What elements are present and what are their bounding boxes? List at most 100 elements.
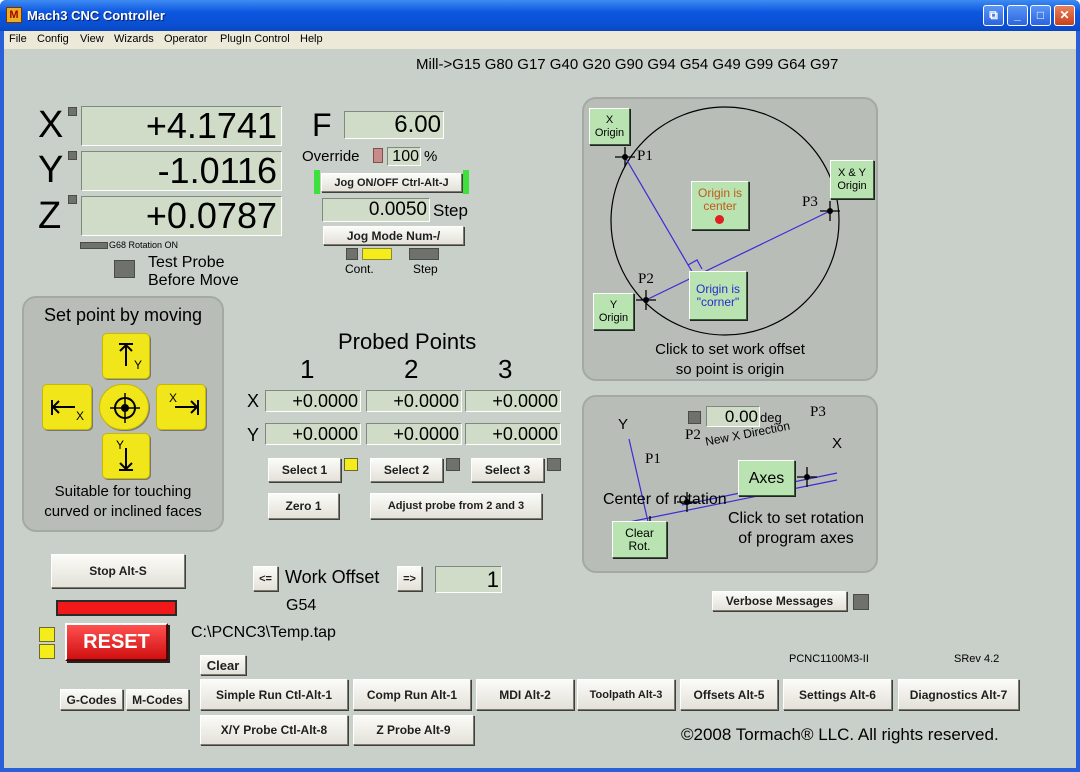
verbose-messages-button[interactable]: Verbose Messages — [712, 591, 847, 611]
select-2-button[interactable]: Select 2 — [370, 458, 443, 482]
test-probe-label: Test Probe Before Move — [148, 254, 239, 289]
origin-caption: Click to set work offset so point is ori… — [655, 341, 805, 378]
copyright: ©2008 Tormach® LLC. All rights reserved. — [681, 725, 999, 744]
jog-x-minus-button[interactable]: X — [42, 384, 92, 430]
app-icon: M — [6, 7, 22, 23]
jog-y-plus-button[interactable]: Y — [102, 333, 150, 379]
minimize-button[interactable]: _ — [1007, 5, 1028, 26]
feed-dro[interactable]: 6.00 — [344, 111, 444, 139]
screen-comp-run-button[interactable]: Comp Run Alt-1 — [353, 679, 471, 710]
work-offset-prev-button[interactable]: <= — [253, 566, 278, 591]
clear-rotation-button[interactable]: Clear Rot. — [612, 521, 667, 558]
y-origin-button[interactable]: Y Origin — [593, 293, 634, 330]
probed-col-2: 2 — [404, 354, 419, 384]
zero-1-button[interactable]: Zero 1 — [268, 493, 339, 519]
screen-offsets-button[interactable]: Offsets Alt-5 — [680, 679, 778, 710]
step-dro[interactable]: 0.0050 — [322, 198, 430, 222]
x-axis-label: X — [38, 104, 64, 146]
jog-on-led-right — [463, 170, 469, 194]
probed-y-1[interactable]: +0.0000 — [265, 423, 361, 445]
probed-y-3[interactable]: +0.0000 — [465, 423, 561, 445]
z-axis-label: Z — [38, 195, 62, 237]
probed-y-2[interactable]: +0.0000 — [366, 423, 462, 445]
close-button[interactable]: ✕ — [1054, 5, 1075, 26]
arrow-left-icon — [51, 400, 75, 415]
screen-xy-probe-button[interactable]: X/Y Probe Ctl-Alt-8 — [200, 715, 348, 745]
adjust-probe-button[interactable]: Adjust probe from 2 and 3 — [370, 493, 542, 519]
z-dro[interactable]: +0.0787 — [81, 196, 282, 236]
probed-x-1[interactable]: +0.0000 — [265, 390, 361, 412]
set-point-center-button[interactable] — [99, 384, 149, 430]
circle-p2-label: P2 — [638, 271, 654, 287]
override-label: Override — [302, 148, 360, 165]
rotation-p1-label: P1 — [645, 451, 661, 467]
x-dro[interactable]: +4.1741 — [81, 106, 282, 146]
screen-toolpath-button[interactable]: Toolpath Alt-3 — [577, 679, 675, 710]
screen-settings-button[interactable]: Settings Alt-6 — [783, 679, 892, 710]
active-gcodes: Mill->G15 G80 G17 G40 G20 G90 G94 G54 G4… — [416, 56, 839, 73]
jog-mode-button[interactable]: Jog Mode Num-/ — [323, 226, 464, 245]
jog-y-minus-button[interactable]: Y — [102, 433, 150, 479]
select-1-led — [344, 458, 358, 471]
screen-mdi-button[interactable]: MDI Alt-2 — [476, 679, 574, 710]
screen-simple-run-button[interactable]: Simple Run Ctl-Alt-1 — [200, 679, 348, 710]
y-minus-label: Y — [116, 438, 125, 452]
jog-x-plus-button[interactable]: X — [156, 384, 206, 430]
circle-p3-label: P3 — [802, 194, 818, 210]
srev-label: SRev 4.2 — [954, 653, 1000, 665]
stop-button[interactable]: Stop Alt-S — [51, 554, 185, 588]
screen-z-probe-button[interactable]: Z Probe Alt-9 — [353, 715, 474, 745]
select-3-button[interactable]: Select 3 — [471, 458, 544, 482]
crosshair-icon — [110, 393, 140, 423]
axes-button[interactable]: Axes — [738, 460, 795, 496]
select-3-led — [547, 458, 561, 471]
work-offset-dro[interactable]: 1 — [435, 566, 502, 593]
menu-view[interactable]: View — [80, 33, 104, 45]
origin-center-label: Origin is center — [697, 186, 742, 213]
cont-mode-indicator — [362, 248, 392, 260]
origin-center-button[interactable]: Origin is center — [691, 181, 749, 230]
work-offset-next-button[interactable]: => — [397, 566, 422, 591]
menu-plugin-control[interactable]: PlugIn Control — [220, 33, 290, 45]
menu-file[interactable]: File — [9, 33, 27, 45]
maximize-button[interactable]: □ — [1030, 5, 1051, 26]
percent-label: % — [424, 148, 438, 165]
reset-indicator-led — [56, 600, 177, 616]
reset-led-1 — [39, 627, 55, 642]
arrow-right-icon — [175, 400, 199, 415]
restore-tray-icon[interactable]: ⧉ — [983, 5, 1004, 26]
arrow-down-icon — [119, 448, 133, 471]
step-label: Step — [433, 201, 468, 220]
reset-led-2 — [39, 644, 55, 659]
probed-y-label: Y — [247, 425, 260, 445]
reset-button[interactable]: RESET — [65, 623, 168, 661]
menu-operator[interactable]: Operator — [164, 33, 207, 45]
test-probe-toggle[interactable] — [114, 260, 135, 278]
screen-diagnostics-button[interactable]: Diagnostics Alt-7 — [898, 679, 1019, 710]
origin-corner-button[interactable]: Origin is "corner" — [689, 271, 747, 320]
select-2-led — [446, 458, 460, 471]
main-screen: Mill->G15 G80 G17 G40 G20 G90 G94 G54 G4… — [4, 49, 1076, 768]
x-origin-button[interactable]: X Origin — [589, 108, 630, 145]
probed-x-3[interactable]: +0.0000 — [465, 390, 561, 412]
y-dro[interactable]: -1.0116 — [81, 151, 282, 191]
step-mode-indicator — [409, 248, 439, 260]
mcodes-button[interactable]: M-Codes — [126, 689, 189, 710]
cont-led — [346, 248, 358, 260]
jog-onoff-button[interactable]: Jog ON/OFF Ctrl-Alt-J — [321, 173, 462, 192]
xy-origin-button[interactable]: X & Y Origin — [830, 160, 874, 199]
rotation-x-axis-label: X — [832, 435, 843, 452]
gcodes-button[interactable]: G-Codes — [60, 689, 123, 710]
clear-button[interactable]: Clear — [200, 655, 246, 675]
probed-points-title: Probed Points — [338, 329, 477, 354]
y-ref-led — [68, 151, 77, 160]
title-bar[interactable]: M Mach3 CNC Controller ⧉ _ □ ✕ — [0, 0, 1080, 31]
menu-wizards[interactable]: Wizards — [114, 33, 154, 45]
probed-x-2[interactable]: +0.0000 — [366, 390, 462, 412]
menu-config[interactable]: Config — [37, 33, 69, 45]
menu-help[interactable]: Help — [300, 33, 323, 45]
override-dro[interactable]: 100 — [387, 147, 421, 166]
step-mode-label: Step — [413, 262, 438, 276]
select-1-button[interactable]: Select 1 — [268, 458, 341, 482]
y-axis-label: Y — [38, 149, 64, 191]
